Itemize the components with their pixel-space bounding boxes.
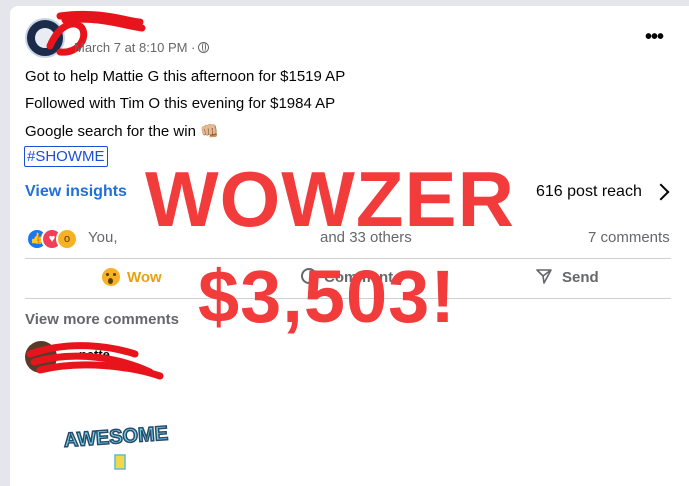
commenter-avatar[interactable] bbox=[25, 341, 57, 373]
chevron-right-icon[interactable] bbox=[652, 183, 670, 201]
send-icon[interactable] bbox=[536, 268, 552, 284]
overlay-amount: $3,503! bbox=[198, 255, 456, 338]
wow-button[interactable]: Wow bbox=[127, 269, 162, 286]
more-options-icon[interactable]: ••• bbox=[645, 26, 664, 49]
view-more-comments-link[interactable]: View more comments bbox=[25, 311, 179, 328]
post-card: March 7 at 8:10 PM · ••• Got to help Mat… bbox=[10, 6, 689, 486]
page-avatar[interactable] bbox=[25, 18, 65, 58]
audience-icon bbox=[198, 42, 210, 53]
reactors-others[interactable]: and 33 others bbox=[320, 229, 412, 246]
send-button[interactable]: Send bbox=[562, 269, 599, 286]
hashtag-link[interactable]: #SHOWME bbox=[24, 146, 108, 167]
post-text-line: Followed with Tim O this evening for $19… bbox=[25, 95, 336, 112]
post-reach[interactable]: 616 post reach bbox=[536, 183, 642, 201]
wow-reaction-icon[interactable] bbox=[102, 268, 120, 286]
svg-text:AWESOME: AWESOME bbox=[63, 423, 169, 452]
divider bbox=[25, 298, 671, 299]
comment-icon[interactable] bbox=[301, 268, 317, 284]
reactors-you[interactable]: You, bbox=[88, 229, 117, 246]
divider bbox=[25, 258, 671, 259]
comment-button[interactable]: Comment bbox=[324, 269, 393, 286]
comments-count[interactable]: 7 comments bbox=[588, 229, 670, 246]
view-insights-link[interactable]: View insights bbox=[25, 183, 127, 201]
wow-icon: o bbox=[56, 228, 78, 250]
post-text-line: Got to help Mattie G this afternoon for … bbox=[25, 68, 346, 85]
post-timestamp[interactable]: March 7 at 8:10 PM · bbox=[74, 40, 210, 55]
awesome-sticker: AWESOME bbox=[62, 422, 170, 470]
commenter-name[interactable]: ...nette bbox=[68, 347, 110, 362]
post-text-line: Google search for the win 👊🏼 bbox=[25, 123, 219, 140]
